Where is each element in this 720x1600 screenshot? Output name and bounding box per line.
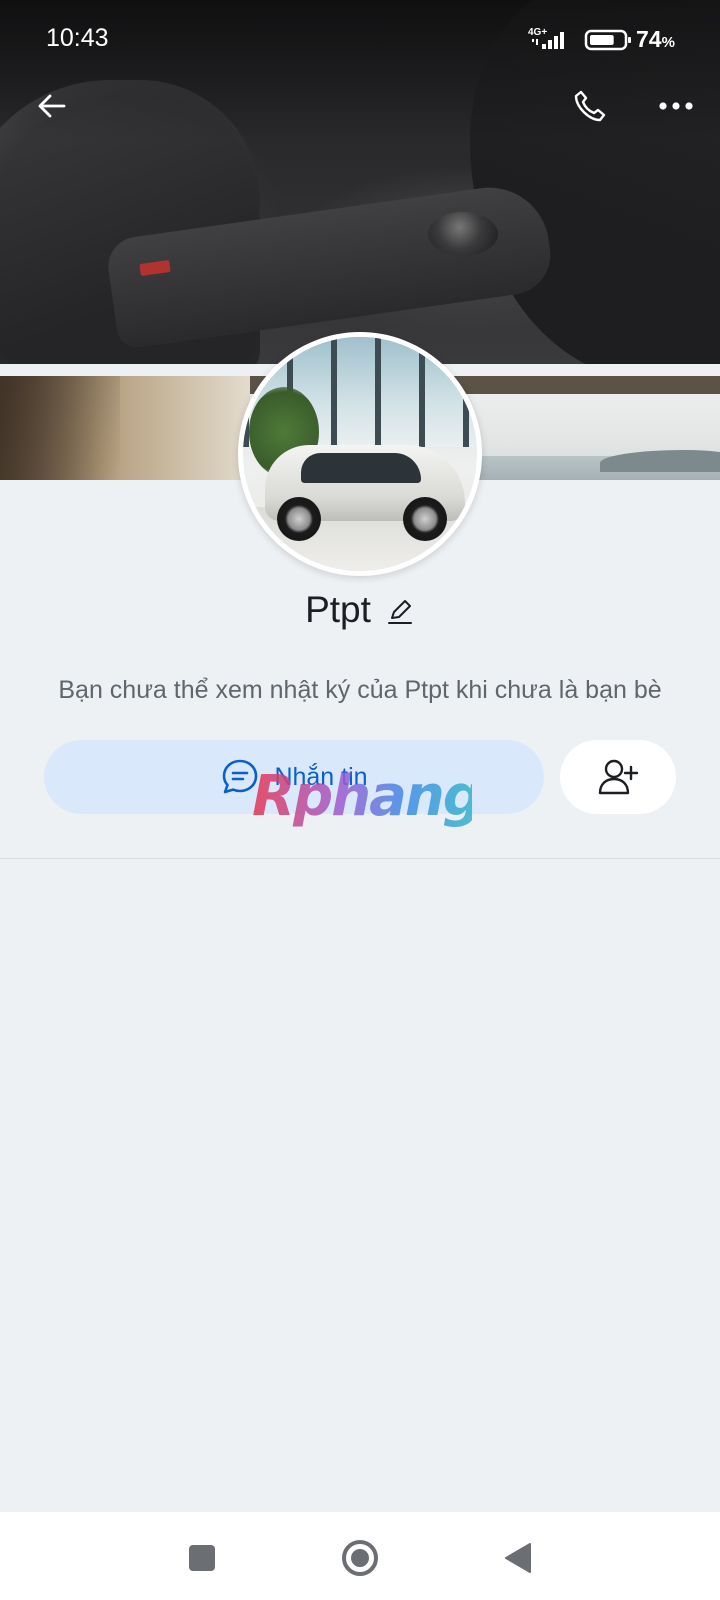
battery-percentage: 74% [636,26,675,53]
add-friend-button[interactable] [560,740,676,814]
profile-name-row: Ptpt [0,582,720,638]
more-options-button[interactable] [652,82,700,130]
edit-name-button[interactable] [385,596,415,626]
triangle-back-icon [505,1543,531,1573]
avatar-car-wheel-rear [403,497,447,541]
send-message-button[interactable]: Nhắn tin [44,740,544,814]
status-time: 10:43 [46,24,109,52]
cover-gear-knob [428,212,498,256]
phone-icon [574,90,606,122]
strip-island [600,450,720,472]
pencil-icon [387,600,412,624]
battery-percentage-value: 74 [636,26,662,52]
system-back-button[interactable] [494,1534,542,1582]
profile-name: Ptpt [305,589,371,630]
network-type-label: 4G+ [528,27,547,38]
back-button[interactable] [28,82,76,130]
network-signal-icon: 4G+ [528,27,564,49]
section-divider [0,858,720,859]
status-bar: 10:43 4G+ 74% [0,0,720,80]
battery-percentage-unit: % [661,34,675,51]
avatar-car-wheel-front [277,497,321,541]
circle-icon [342,1540,378,1576]
chat-bubble-icon [223,759,258,794]
call-button[interactable] [566,82,614,130]
send-message-label: Nhắn tin [274,762,368,791]
diary-restriction-text: Bạn chưa thể xem nhật ký của Ptpt khi ch… [58,676,662,704]
strip-left-building [0,376,250,480]
profile-avatar[interactable] [238,332,482,576]
arrow-left-icon [38,94,66,118]
battery-icon [584,29,631,51]
home-button[interactable] [336,1534,384,1582]
square-icon [189,1545,215,1571]
recent-apps-button[interactable] [178,1534,226,1582]
avatar-car-window [301,453,421,483]
system-navigation-bar [0,1512,720,1600]
more-horizontal-icon [659,102,693,110]
add-user-icon [598,759,639,795]
